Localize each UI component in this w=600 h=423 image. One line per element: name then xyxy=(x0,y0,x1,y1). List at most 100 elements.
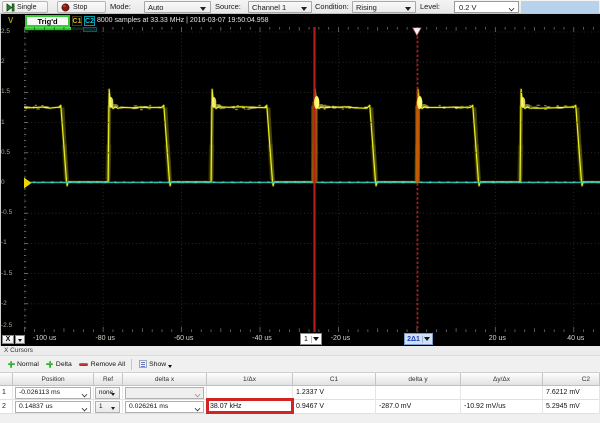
plus-icon xyxy=(7,360,15,368)
level-label: Level: xyxy=(420,0,440,14)
single-icon xyxy=(6,3,15,12)
mode-select[interactable]: Auto xyxy=(144,1,211,13)
top-toolbar: Single Stop Mode: Auto Source: Channel 1… xyxy=(0,0,600,14)
source-label: Source: xyxy=(215,0,241,14)
delta-y-cell xyxy=(376,386,461,400)
remove-all-cursors-button[interactable]: Remove All xyxy=(79,360,125,368)
condition-select[interactable]: Rising xyxy=(352,1,416,13)
source-select[interactable]: Channel 1 xyxy=(248,1,312,13)
column-header[interactable]: 1/Δx xyxy=(207,373,293,387)
ref-dropdown[interactable]: 1 xyxy=(95,401,120,413)
row-number: 1 xyxy=(0,386,13,400)
x-axis-label: -80 us xyxy=(95,335,114,342)
x-axis-label: 20 us xyxy=(489,335,506,342)
condition-label: Condition: xyxy=(315,0,349,14)
dropdown-arrow-icon xyxy=(301,7,307,11)
chevron-down-icon xyxy=(195,392,200,396)
ref-cell: 1 xyxy=(94,400,123,414)
column-header[interactable]: Ref xyxy=(94,373,123,387)
y-axis-unit-label: V xyxy=(8,16,13,25)
x-axis-label: -20 us xyxy=(331,335,350,342)
delta-y-cell: -287.0 mV xyxy=(376,400,461,414)
dropdown-arrow-icon xyxy=(168,365,172,368)
minus-icon xyxy=(79,360,89,368)
column-header[interactable]: delta x xyxy=(123,373,207,387)
x-axis-dropdown-arrow[interactable] xyxy=(15,335,25,344)
show-label: Show xyxy=(149,361,166,368)
channel1-badge[interactable]: C1 xyxy=(72,16,82,26)
dy-dx-cell xyxy=(461,386,543,400)
column-header[interactable]: Position xyxy=(13,373,94,387)
x-axis-label: -60 us xyxy=(174,335,193,342)
single-button[interactable]: Single xyxy=(2,1,48,13)
level-combobox[interactable]: 0.2 V xyxy=(454,1,519,13)
oscilloscope-app: Single Stop Mode: Auto Source: Channel 1… xyxy=(0,0,600,423)
position-combobox[interactable]: -0.026113 ms xyxy=(15,387,91,399)
y-axis-label: -1 xyxy=(1,240,7,246)
x-axis-strip: X -100 us-80 us-60 us-40 us-20 us20 us40… xyxy=(0,332,600,346)
delta-x-cell xyxy=(123,386,207,400)
toolbar-separator xyxy=(131,359,132,370)
waveform-plot[interactable] xyxy=(0,27,600,332)
inv-dx-cell xyxy=(207,386,293,400)
delta-x-combobox[interactable] xyxy=(125,387,204,399)
trigger-status-badge: Trig'd xyxy=(25,15,70,27)
position-cell: -0.026113 ms xyxy=(13,386,94,400)
dropdown-arrow-icon xyxy=(200,7,206,11)
ref-cell: none xyxy=(94,386,123,400)
chevron-down-icon xyxy=(195,406,200,410)
c2-value-cell: 5.2945 mV xyxy=(543,400,600,414)
column-header[interactable]: Δy/Δx xyxy=(461,373,543,387)
capture-info-text: 8000 samples at 33.33 MHz | 2016-03-07 1… xyxy=(97,16,269,26)
source-value: Channel 1 xyxy=(252,3,286,12)
stop-button[interactable]: Stop xyxy=(57,1,106,13)
highlighted-panel xyxy=(521,1,599,13)
dy-dx-cell: -10.92 mV/us xyxy=(461,400,543,414)
column-header[interactable] xyxy=(0,373,13,387)
cursor2-flag[interactable]: 2Δ1 xyxy=(404,333,433,345)
cursor1-flag[interactable]: 1 xyxy=(300,333,322,345)
add-delta-cursor-button[interactable]: Delta xyxy=(46,360,72,368)
position-combobox[interactable]: 0.14837 us xyxy=(15,401,91,413)
dropdown-arrow-icon xyxy=(111,393,115,396)
y-axis-label: 1 xyxy=(1,120,5,126)
column-header[interactable]: C1 xyxy=(293,373,376,387)
x-cursors-panel: X Cursors Normal Delta Remove All Show P… xyxy=(0,346,600,423)
y-axis-label: 0.5 xyxy=(1,150,10,156)
scope-display: V Trig'd C1 C2 8000 samples at 33.33 MHz… xyxy=(0,14,600,346)
column-header[interactable]: C2 xyxy=(543,373,600,387)
delta-label: Delta xyxy=(56,361,72,368)
add-normal-cursor-button[interactable]: Normal xyxy=(7,360,39,368)
delta-x-cell: 0.026261 ms xyxy=(123,400,207,414)
c1-value-cell: 1.2337 V xyxy=(293,386,376,400)
remove-all-label: Remove All xyxy=(91,361,125,368)
y-axis-label: 1.5 xyxy=(1,89,10,95)
position-cell: 0.14837 us xyxy=(13,400,94,414)
y-axis-label: 2 xyxy=(1,59,5,65)
y-axis-label: 0 xyxy=(1,180,5,186)
y-axis-label: -2 xyxy=(1,301,7,307)
stop-label: Stop xyxy=(73,4,87,11)
c1-value-cell: 0.9467 V xyxy=(293,400,376,414)
x-axis-label: -100 us xyxy=(33,335,56,342)
column-header[interactable]: delta y xyxy=(376,373,461,387)
inv-dx-cell: 38.07 kHz xyxy=(207,400,293,414)
channel2-badge[interactable]: C2 xyxy=(84,16,95,26)
level-value: 0.2 V xyxy=(459,3,477,12)
show-menu-button[interactable]: Show xyxy=(139,360,172,368)
mode-label: Mode: xyxy=(110,0,131,14)
plus-icon xyxy=(46,360,54,368)
y-axis-label: -1.5 xyxy=(1,271,12,277)
c2-value-cell: 7.6212 mV xyxy=(543,386,600,400)
y-axis-label: -0.5 xyxy=(1,210,12,216)
chevron-down-icon xyxy=(509,6,514,10)
condition-value: Rising xyxy=(356,3,377,12)
x-axis-button[interactable]: X xyxy=(2,335,14,344)
table-header-row: PositionRefdelta x1/ΔxC1delta yΔy/ΔxC2 xyxy=(0,372,600,386)
normal-label: Normal xyxy=(17,361,39,368)
y-axis-label: 2.5 xyxy=(1,29,10,35)
cursor-row: 20.14837 us10.026261 ms38.07 kHz0.9467 V… xyxy=(0,400,600,414)
x-axis-label: -40 us xyxy=(252,335,271,342)
ref-dropdown[interactable]: none xyxy=(95,387,120,399)
delta-x-combobox[interactable]: 0.026261 ms xyxy=(125,401,204,413)
